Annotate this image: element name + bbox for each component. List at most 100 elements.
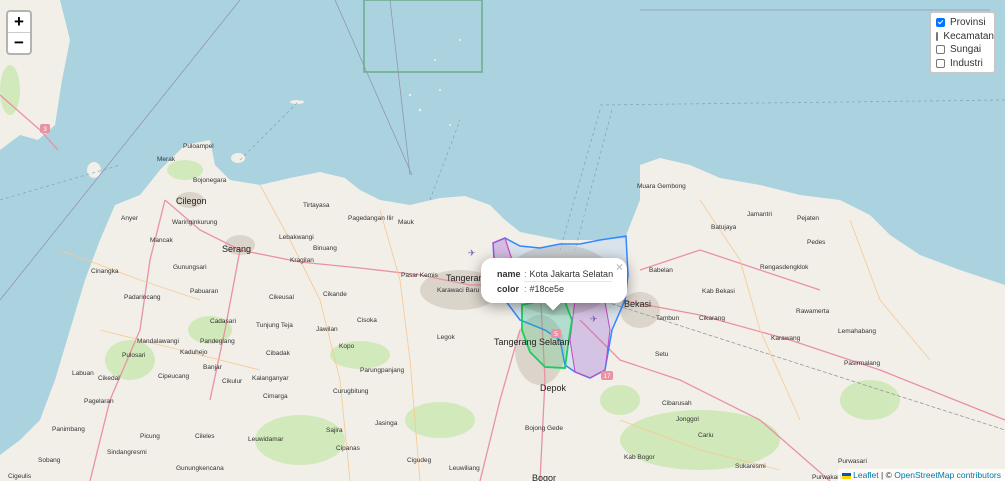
- popup-divider: [524, 281, 612, 282]
- popup-separator: :: [524, 284, 527, 294]
- place-label-sindangresmi: Sindangresmi: [107, 449, 147, 456]
- zoom-in-button[interactable]: +: [8, 12, 30, 32]
- place-label-pulosari: Pulosari: [122, 352, 145, 359]
- layer-label: Industri: [950, 57, 983, 69]
- place-label-cigeulis: Cigeulis: [8, 473, 32, 480]
- svg-text:✈: ✈: [468, 248, 476, 258]
- sungai-checkbox[interactable]: [936, 45, 945, 55]
- place-label-gunungkencana: Gunungkencana: [176, 465, 224, 472]
- place-label-padarincang: Padarincang: [124, 294, 161, 301]
- place-label-depok: Depok: [540, 383, 567, 393]
- place-label-tunjung-teja: Tunjung Teja: [256, 322, 293, 329]
- place-label-purwasari: Purwasari: [838, 458, 867, 465]
- popup-row-color: color : #18ce5e: [497, 284, 564, 294]
- place-label-banjar: Banjar: [203, 364, 223, 371]
- place-label-cimarga: Cimarga: [263, 393, 288, 400]
- place-label-pagelaran: Pagelaran: [84, 398, 114, 405]
- place-label-anyer: Anyer: [121, 215, 139, 222]
- place-label-lemahabang: Lemahabang: [838, 328, 876, 335]
- place-label-pasirmalang: Pasirmalang: [844, 360, 881, 367]
- place-label-cikande: Cikande: [323, 291, 347, 298]
- place-label-cilegon: Cilegon: [176, 196, 207, 206]
- place-label-jawilan: Jawilan: [316, 326, 338, 333]
- zoom-control: + −: [6, 10, 32, 55]
- industri-checkbox[interactable]: [936, 58, 945, 68]
- place-label-cikarang: Cikarang: [699, 315, 725, 322]
- place-label-cadasari: Cadasari: [210, 318, 236, 325]
- place-label-cibarusah: Cibarusah: [662, 400, 692, 407]
- place-label-cileles: Cileles: [195, 433, 215, 440]
- place-label-labuan: Labuan: [72, 370, 94, 377]
- place-label-mauk: Mauk: [398, 219, 415, 226]
- place-label-sobang: Sobang: [38, 457, 61, 464]
- layer-label: Kecamatan: [943, 30, 994, 42]
- ukraine-flag-icon: [842, 472, 852, 479]
- place-label-cinangka: Cinangka: [91, 268, 119, 275]
- place-label-binuang: Binuang: [313, 245, 337, 252]
- place-label-bojong-gede: Bojong Gede: [525, 425, 563, 432]
- place-label-kragilan: Kragilan: [290, 257, 314, 264]
- place-label-tambun: Tambun: [656, 315, 680, 322]
- place-label-sukaresmi: Sukaresmi: [735, 463, 766, 470]
- place-label-gunungsari: Gunungsari: [173, 264, 207, 271]
- place-label-pandeglang: Pandeglang: [200, 338, 235, 345]
- layer-control: Provinsi Kecamatan Sungai Industri: [929, 11, 996, 74]
- place-label-batujaya: Batujaya: [711, 224, 737, 231]
- kecamatan-checkbox[interactable]: [936, 31, 939, 41]
- place-label-cipeucang: Cipeucang: [158, 373, 189, 380]
- place-label-jasinga: Jasinga: [375, 420, 398, 427]
- place-label-waringinkurung: Waringinkurung: [172, 219, 218, 226]
- place-label-merak: Merak: [157, 156, 176, 163]
- jakarta-timur-region: [569, 299, 611, 379]
- popup-separator: :: [524, 269, 527, 279]
- place-label-karawang: Karawang: [771, 335, 801, 342]
- place-label-muara-gembong: Muara Gembong: [637, 183, 686, 190]
- map-canvas[interactable]: ✈ ✈ 3 5 17 Puloampel Merak Bojonegara Cileg…: [0, 0, 1005, 481]
- place-label-babelan: Babelan: [649, 267, 673, 274]
- place-label-lebakwangi: Lebakwangi: [279, 234, 314, 241]
- place-label-setu: Setu: [655, 351, 669, 358]
- place-label-kab-bogor: Kab Bogor: [624, 454, 656, 461]
- shield-3: 3: [43, 126, 47, 133]
- map-tiles: ✈ ✈ 3 5 17 PuloampelMerakBojonegaraCileg…: [0, 0, 1005, 481]
- place-label-kalanganyar: Kalanganyar: [252, 375, 289, 382]
- place-label-karawaci-baru: Karawaci Baru: [437, 287, 480, 294]
- place-label-tangerang-selatan: Tangerang Selatan: [494, 337, 570, 347]
- place-label-pasar-kemis: Pasar Kemis: [401, 272, 439, 279]
- layer-item-provinsi[interactable]: Provinsi: [936, 16, 994, 30]
- place-label-parung-panjang: Parungpanjang: [360, 367, 404, 374]
- close-icon[interactable]: ×: [616, 260, 623, 274]
- layer-item-sungai[interactable]: Sungai: [936, 43, 994, 57]
- region-popup: × name : Kota Jakarta Selatan color : #1…: [481, 258, 627, 311]
- popup-key: name: [497, 269, 521, 279]
- place-label-cipanas: Cipanas: [336, 445, 361, 452]
- attribution: Leaflet | © OpenStreetMap contributors: [838, 469, 1005, 481]
- popup-value: #18ce5e: [529, 284, 565, 294]
- layer-item-industri[interactable]: Industri: [936, 57, 994, 71]
- place-label-rengasdengklok: Rengasdengklok: [760, 264, 809, 271]
- place-label-cisoka: Cisoka: [357, 317, 377, 324]
- popup-value: Kota Jakarta Selatan: [529, 269, 614, 279]
- place-label-leuwidamar: Leuwidamar: [248, 436, 284, 443]
- place-label-tirtayasa: Tirtayasa: [303, 202, 330, 209]
- leaflet-link[interactable]: Leaflet: [853, 470, 879, 480]
- zoom-out-button[interactable]: −: [8, 32, 30, 53]
- place-label-pulo-ampel: Puloampel: [183, 143, 214, 150]
- place-label-pagedangan-ilir: Pagedangan Ilir: [348, 215, 394, 222]
- layer-item-kecamatan[interactable]: Kecamatan: [936, 30, 994, 44]
- place-label-panimbang: Panimbang: [52, 426, 85, 433]
- provinsi-checkbox[interactable]: [936, 18, 945, 28]
- osm-link[interactable]: OpenStreetMap contributors: [894, 470, 1001, 480]
- place-label-bekasi: Bekasi: [624, 299, 651, 309]
- layer-label: Sungai: [950, 44, 982, 56]
- shield-17: 17: [603, 373, 611, 380]
- place-label-jamantri: Jamantri: [747, 211, 772, 218]
- place-label-mancak: Mancak: [150, 237, 174, 244]
- place-label-kopo: Kopo: [339, 343, 355, 350]
- popup-key: color: [497, 284, 520, 294]
- layer-label: Provinsi: [950, 17, 986, 29]
- place-label-kaduhejo: Kaduhejo: [180, 349, 208, 356]
- place-label-legok: Legok: [437, 334, 455, 341]
- place-label-bogor: Bogor: [532, 473, 556, 481]
- place-label-pabuaran: Pabuaran: [190, 288, 219, 295]
